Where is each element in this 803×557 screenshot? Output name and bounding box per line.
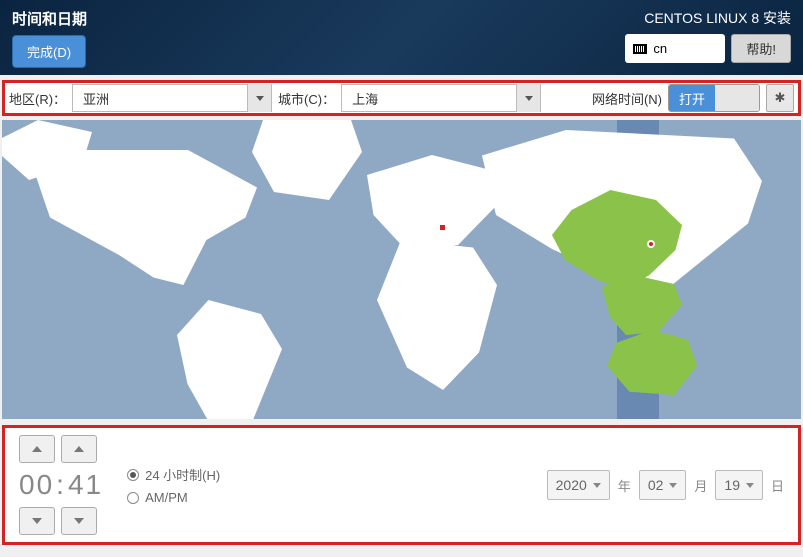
radio-icon xyxy=(127,492,139,504)
chevron-down-icon xyxy=(74,518,84,524)
time-display: 00 : 41 xyxy=(19,469,103,501)
network-time-toggle[interactable]: 打开 xyxy=(668,84,760,112)
radio-ampm[interactable]: AM/PM xyxy=(127,490,220,505)
day-value: 19 xyxy=(724,477,740,493)
chevron-down-icon xyxy=(669,483,677,488)
time-format-radio-group: 24 小时制(H) AM/PM xyxy=(127,465,220,505)
map-landmass xyxy=(252,120,362,200)
map-landmass xyxy=(367,155,497,255)
day-label: 日 xyxy=(771,476,784,495)
day-combo[interactable]: 19 xyxy=(715,470,763,500)
map-marker xyxy=(440,225,445,230)
month-combo[interactable]: 02 xyxy=(639,470,687,500)
year-value: 2020 xyxy=(556,477,587,493)
radio-24h[interactable]: 24 小时制(H) xyxy=(127,465,220,484)
hours-up-button[interactable] xyxy=(19,435,55,463)
region-combo[interactable]: 亚洲 xyxy=(72,84,272,112)
network-time-label: 网络时间(N) xyxy=(592,89,662,108)
ntp-settings-button[interactable]: ✱ xyxy=(766,84,794,112)
chevron-down-icon xyxy=(525,96,533,101)
month-label: 月 xyxy=(694,476,707,495)
time-separator: : xyxy=(56,469,66,501)
datetime-panel: 00 : 41 24 小时制(H) AM/PM 2020 年 02 月 xyxy=(2,425,801,545)
toggle-on-label: 打开 xyxy=(669,85,715,111)
gear-icon: ✱ xyxy=(775,90,786,106)
keyboard-layout-code: cn xyxy=(653,41,667,56)
hours-down-button[interactable] xyxy=(19,507,55,535)
month-value: 02 xyxy=(648,477,664,493)
map-landmass xyxy=(27,150,257,300)
chevron-down-icon xyxy=(32,518,42,524)
location-filter-bar: 地区(R)： 亚洲 城市(C)： 上海 网络时间(N) 打开 ✱ xyxy=(2,80,801,116)
map-landmass xyxy=(177,300,282,419)
date-selectors: 2020 年 02 月 19 日 xyxy=(547,470,784,500)
keyboard-layout-indicator[interactable]: cn xyxy=(625,34,725,63)
minutes-value: 41 xyxy=(68,469,103,501)
hours-value: 00 xyxy=(19,469,54,501)
installer-title: CENTOS LINUX 8 安装 xyxy=(644,8,791,28)
city-dropdown-button[interactable] xyxy=(516,84,540,112)
selected-region-highlight xyxy=(602,275,682,335)
chevron-up-icon xyxy=(74,446,84,452)
selected-city-marker xyxy=(647,240,655,248)
region-label: 地区(R)： xyxy=(9,89,66,108)
time-spinner: 00 : 41 xyxy=(19,435,103,535)
minutes-up-button[interactable] xyxy=(61,435,97,463)
chevron-down-icon xyxy=(256,96,264,101)
region-dropdown-button[interactable] xyxy=(247,84,271,112)
radio-icon xyxy=(127,469,139,481)
radio-ampm-label: AM/PM xyxy=(145,490,188,505)
page-title: 时间和日期 xyxy=(12,8,87,29)
radio-24h-label: 24 小时制(H) xyxy=(145,465,220,484)
city-label: 城市(C)： xyxy=(278,89,335,108)
minutes-down-button[interactable] xyxy=(61,507,97,535)
chevron-up-icon xyxy=(32,446,42,452)
map-landmass xyxy=(377,240,497,390)
year-combo[interactable]: 2020 xyxy=(547,470,610,500)
timezone-map[interactable] xyxy=(2,120,801,419)
chevron-down-icon xyxy=(746,483,754,488)
city-combo[interactable]: 上海 xyxy=(341,84,541,112)
region-value: 亚洲 xyxy=(73,89,247,108)
chevron-down-icon xyxy=(593,483,601,488)
city-value: 上海 xyxy=(342,89,516,108)
done-button[interactable]: 完成(D) xyxy=(12,35,86,68)
keyboard-icon xyxy=(633,44,647,54)
help-button[interactable]: 帮助! xyxy=(731,34,791,63)
year-label: 年 xyxy=(618,476,631,495)
toggle-off-space xyxy=(715,85,759,111)
